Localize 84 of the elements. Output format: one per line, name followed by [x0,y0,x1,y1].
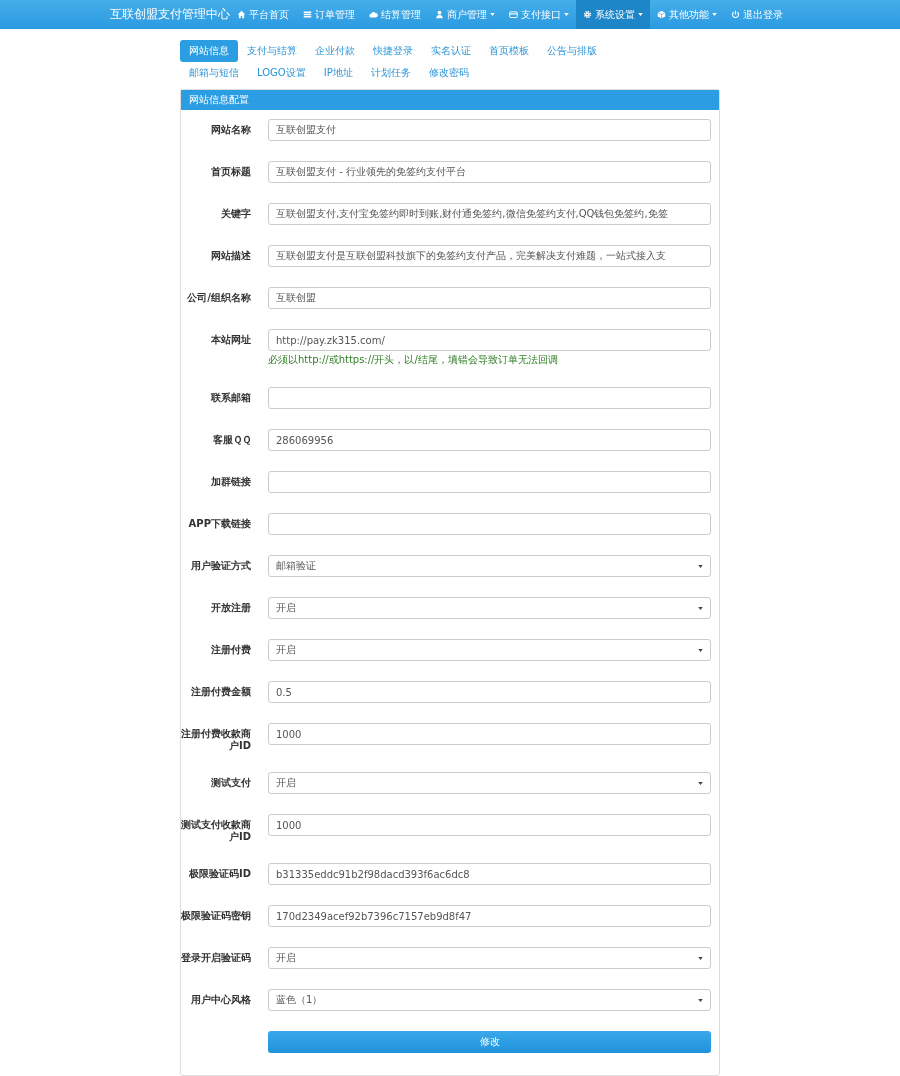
nav-menu-item[interactable]: 结算管理 [362,0,428,29]
input-field[interactable]: 互联创盟 [268,287,711,309]
settings-tab[interactable]: 首页模板 [480,40,538,62]
field-label: 极限验证码ID [187,867,251,881]
field-label: 本站网址 [210,333,251,347]
settings-tab[interactable]: 邮箱与短信 [180,62,248,84]
field-label: 联系邮箱 [210,391,251,405]
caret-icon [712,13,717,16]
caret-icon [638,13,643,16]
select-field[interactable]: 开启 [268,772,711,794]
cloud-icon [369,10,378,19]
input-field[interactable]: 互联创盟支付 [268,119,711,141]
settings-tab[interactable]: 快捷登录 [364,40,422,62]
field-label: 网站名称 [210,123,251,137]
select-field[interactable]: 开启 [268,597,711,619]
card-icon [509,10,518,19]
input-field[interactable]: 1000 [268,814,711,836]
field-label: 用户验证方式 [190,559,251,573]
select-field[interactable]: 开启 [268,947,711,969]
settings-tab[interactable]: 企业付款 [306,40,364,62]
power-icon [731,10,740,19]
nav-menu-item[interactable]: 平台首页 [230,0,296,29]
field-label: 测试支付 [210,776,251,790]
nav-menu-item[interactable]: 退出登录 [724,0,790,29]
input-field[interactable] [268,471,711,493]
settings-tab[interactable]: 修改密码 [419,62,478,84]
input-field[interactable]: 170d2349acef92b7396c7157eb9d8f47 [268,905,711,927]
settings-tab[interactable]: 网站信息 [180,40,238,62]
select-field[interactable]: 邮箱验证 [268,555,711,577]
settings-tab[interactable]: 实名认证 [422,40,480,62]
field-label: 用户中心风格 [190,993,251,1007]
caret-icon [698,648,703,652]
field-label: APP下载链接 [187,517,251,531]
brand-title[interactable]: 互联创盟支付管理中心 [110,6,230,23]
field-label: 注册付费 [210,643,251,657]
nav-menu-item[interactable]: 订单管理 [296,0,362,29]
settings-tab[interactable]: IP地址 [314,62,362,84]
settings-tab[interactable]: 计划任务 [361,62,420,84]
nav-menu-item[interactable]: 其他功能 [650,0,724,29]
field-label: 注册付费金额 [190,685,251,699]
field-label: 客服ＱＱ [212,433,251,447]
input-field[interactable]: http://pay.zk315.com/ [268,329,711,351]
input-field[interactable]: 0.5 [268,681,711,703]
caret-icon [698,998,703,1002]
caret-icon [564,13,569,16]
nav-menu-item[interactable]: 系统设置 [576,0,650,29]
user-icon [435,10,444,19]
caret-icon [698,956,703,960]
caret-icon [698,606,703,610]
field-label: 加群链接 [210,475,251,489]
input-field[interactable] [268,513,711,535]
caret-icon [698,564,703,568]
help-text: 必须以http://或https://开头，以/结尾，填错会导致订单无法回调 [268,353,559,367]
settings-icon [583,10,592,19]
input-field[interactable] [268,387,711,409]
settings-tab[interactable]: 支付与结算 [238,40,306,62]
input-field[interactable]: 互联创盟支付 - 行业领先的免签约支付平台 [268,161,711,183]
select-field[interactable]: 蓝色（1） [268,989,711,1011]
panel-heading: 网站信息配置 [181,90,719,110]
field-label: 网站描述 [210,249,251,263]
input-field[interactable]: b31335eddc91b2f98dacd393f6ac6dc8 [268,863,711,885]
field-label: 极限验证码密钥 [181,909,251,923]
nav-menu-item[interactable]: 商户管理 [428,0,502,29]
input-field[interactable]: 1000 [268,723,711,745]
nav-menu-item[interactable]: 支付接口 [502,0,576,29]
submit-button[interactable]: 修改 [268,1031,711,1053]
cube-icon [657,10,666,19]
field-label: 关键字 [220,207,251,221]
input-field[interactable]: 互联创盟支付是互联创盟科技旗下的免签约支付产品，完美解决支付难题，一站式接入支 [268,245,711,267]
list-icon [303,10,312,19]
select-field[interactable]: 开启 [268,639,711,661]
field-label: 测试支付收款商户ID [181,818,251,843]
caret-icon [698,781,703,785]
settings-tab[interactable]: LOGO设置 [248,62,315,84]
field-label: 注册付费收款商户ID [181,727,251,752]
input-field[interactable]: 286069956 [268,429,711,451]
home-icon [237,10,246,19]
caret-icon [490,13,495,16]
field-label: 公司/组织名称 [186,291,251,305]
settings-tab[interactable]: 公告与排版 [538,40,606,62]
field-label: 首页标题 [210,165,251,179]
field-label: 开放注册 [210,601,251,615]
input-field[interactable]: 互联创盟支付,支付宝免签约即时到账,财付通免签约,微信免签约支付,QQ钱包免签约,免签 [268,203,711,225]
field-label: 登录开启验证码 [181,951,251,965]
